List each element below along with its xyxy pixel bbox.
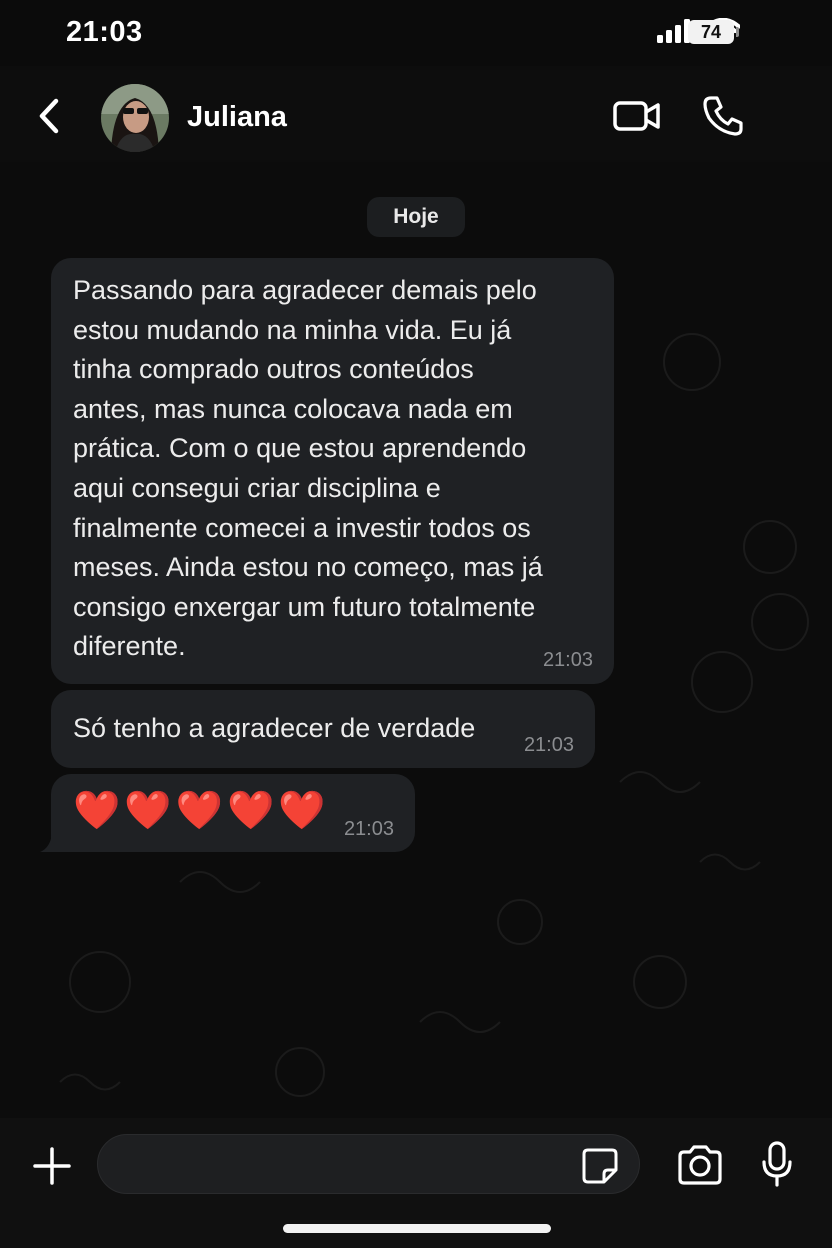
plus-icon[interactable] <box>32 1146 72 1186</box>
phone-icon[interactable] <box>701 94 745 138</box>
battery-icon: 74 <box>688 20 734 44</box>
signal-icon <box>657 19 690 43</box>
input-bar <box>0 1118 832 1248</box>
battery-tip <box>736 27 739 37</box>
camera-icon[interactable] <box>676 1144 724 1186</box>
status-bar: 21:03 74 <box>0 0 832 66</box>
message-text: Só tenho a agradecer de verdade <box>73 713 476 743</box>
video-camera-icon[interactable] <box>612 99 662 133</box>
contact-name[interactable]: Juliana <box>187 101 287 134</box>
sticker-icon[interactable] <box>580 1146 620 1186</box>
status-time: 21:03 <box>66 16 143 48</box>
date-separator: Hoje <box>367 197 465 237</box>
message-bubble[interactable]: Só tenho a agradecer de verdade 21:03 <box>51 690 595 768</box>
microphone-icon[interactable] <box>760 1140 794 1188</box>
home-indicator <box>283 1224 551 1233</box>
message-bubble[interactable]: ❤️❤️❤️❤️❤️ 21:03 <box>51 774 415 852</box>
message-text: Passando para agradecer demais pelo esto… <box>73 275 543 662</box>
message-time: 21:03 <box>343 818 394 840</box>
message-bubble[interactable]: Passando para agradecer demais pelo esto… <box>51 258 614 684</box>
bubble-tail <box>40 834 60 852</box>
message-time: 21:03 <box>542 649 593 671</box>
message-time: 21:03 <box>523 734 574 756</box>
chat-area[interactable]: Hoje Passando para agradecer demais pelo… <box>0 162 832 1118</box>
chat-header: Juliana <box>0 66 832 163</box>
avatar[interactable] <box>101 84 169 152</box>
message-input[interactable] <box>97 1134 640 1194</box>
chevron-left-icon[interactable] <box>34 96 64 136</box>
